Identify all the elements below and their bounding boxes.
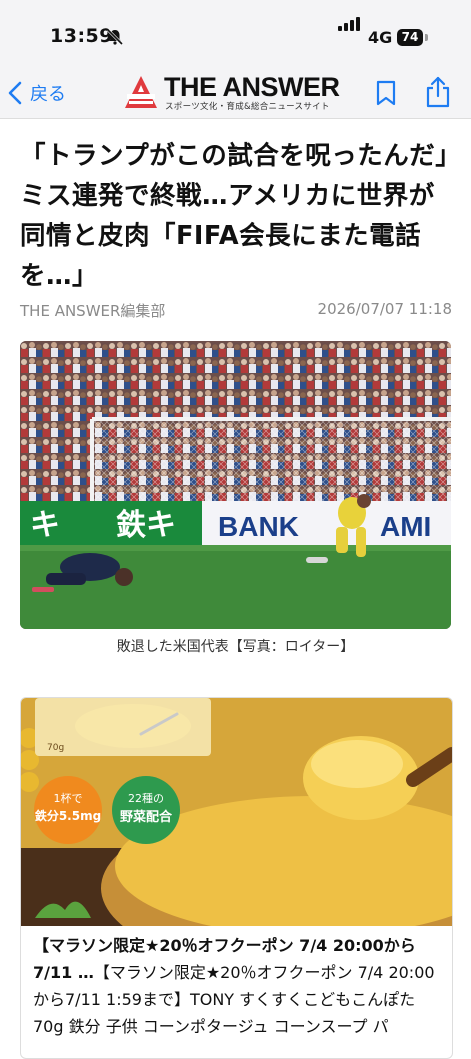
board-text-2: 鉄キ	[116, 508, 176, 543]
ad-image[interactable]: 70g 1杯で 鉄分5.5mg 22種の 野菜配合	[21, 698, 452, 926]
clock: 13:59	[50, 25, 113, 47]
navigation-bar: 戻る THE ANSWER スポーツ文化・育成&総合ニュースサイト	[0, 70, 471, 119]
chevron-left-icon	[8, 81, 22, 105]
article-meta: THE ANSWER編集部 2026/07/07 11:18	[20, 300, 452, 321]
back-label: 戻る	[30, 84, 66, 105]
network-type: 4G	[368, 28, 393, 47]
logo-mark-icon	[125, 76, 157, 108]
back-button[interactable]: 戻る	[8, 78, 66, 108]
ad-body: 【マラソン限定★20％オフクーポン 7/4 20:00から7/11 1:59まで…	[33, 963, 435, 1036]
ad-card[interactable]: 70g 1杯で 鉄分5.5mg 22種の 野菜配合 【マラソン限定★20％オフク…	[20, 697, 453, 1059]
bookmark-icon[interactable]	[374, 79, 398, 107]
photo-caption: 敗退した米国代表【写真：ロイター】	[116, 639, 355, 655]
board-text-3: BANK	[218, 511, 299, 542]
article-photo[interactable]: キ 鉄キ BANK AMI	[20, 341, 451, 629]
status-bar: 13:59 4G 74	[0, 0, 471, 70]
board-text-1: キ	[30, 508, 60, 543]
battery-tip	[425, 34, 428, 41]
article-date: 2026/07/07 11:18	[317, 300, 452, 318]
mute-bell-icon	[106, 28, 124, 46]
ad-badge-2-bottom: 野菜配合	[120, 809, 173, 825]
article-author: THE ANSWER編集部	[20, 302, 166, 320]
battery-level: 74	[401, 30, 419, 44]
ad-badge-1-bottom: 鉄分5.5mg	[35, 808, 101, 823]
ad-badge-1-top: 1杯で	[54, 791, 83, 805]
ad-badge-2-top: 22種の	[128, 791, 164, 805]
ad-package-label: 70g	[47, 743, 64, 753]
battery-icon: 74	[397, 29, 423, 46]
site-logo[interactable]: THE ANSWER スポーツ文化・育成&総合ニュースサイト	[124, 72, 350, 115]
logo-subtitle: スポーツ文化・育成&総合ニュースサイト	[165, 102, 330, 112]
share-icon[interactable]	[424, 76, 452, 108]
logo-text: THE ANSWER	[164, 72, 340, 102]
article-title: 「トランプがこの試合を呪ったんだ」 ミス連発で終戦…アメリカに世界が同情と皮肉「…	[20, 141, 471, 291]
board-text-4: AMI	[380, 511, 431, 542]
